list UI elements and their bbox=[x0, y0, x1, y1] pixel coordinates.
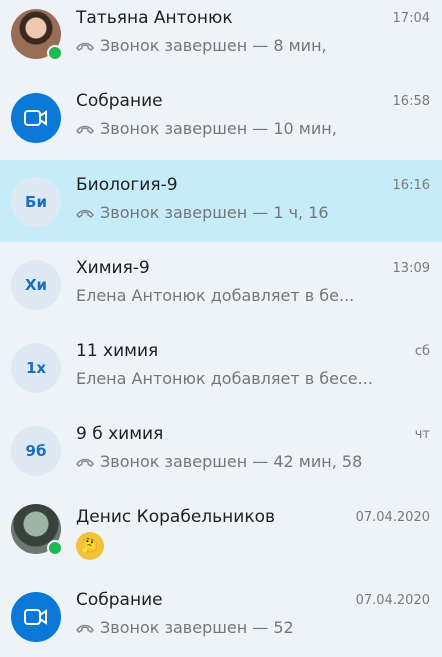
avatar: 1х bbox=[11, 343, 61, 393]
chat-preview: Звонок завершен — 42 мин, 58 bbox=[100, 452, 363, 471]
chat-item[interactable]: Собрание 16:58 Звонок завершен — 10 мин, bbox=[0, 76, 442, 158]
meeting-camera-icon bbox=[24, 110, 47, 126]
avatar: 9б bbox=[11, 426, 61, 476]
avatar: Би bbox=[11, 177, 61, 227]
chat-time: 16:16 bbox=[392, 178, 430, 193]
chat-preview: Звонок завершен — 8 мин, bbox=[100, 36, 327, 55]
chat-time: 17:04 bbox=[392, 11, 430, 26]
chat-preview: Звонок завершен — 52 bbox=[100, 618, 294, 637]
chat-name: Собрание bbox=[76, 590, 163, 610]
chat-name: Химия-9 bbox=[76, 258, 150, 278]
chat-time: 13:09 bbox=[392, 261, 430, 276]
chat-name: Татьяна Антонюк bbox=[76, 8, 233, 28]
chat-name: Биология-9 bbox=[76, 175, 178, 195]
chat-preview: Елена Антонюк добавляет в бесе... bbox=[76, 369, 373, 388]
call-ended-icon bbox=[76, 624, 94, 633]
chat-time: сб bbox=[414, 344, 430, 359]
avatar bbox=[11, 592, 61, 642]
chat-name: Денис Корабельников bbox=[76, 507, 276, 527]
chat-item[interactable]: Денис Корабельников 07.04.2020 🤔 bbox=[0, 492, 442, 574]
avatar bbox=[11, 504, 63, 556]
chat-item[interactable]: 1х 11 химия сб Елена Антонюк добавляет в… bbox=[0, 326, 442, 408]
online-status-icon bbox=[47, 540, 63, 556]
chat-item[interactable]: 9б 9 б химия чт Звонок завершен — 42 мин… bbox=[0, 409, 442, 491]
chat-preview: Звонок завершен — 1 ч, 16 bbox=[100, 203, 329, 222]
chat-time: 07.04.2020 bbox=[355, 593, 430, 608]
call-ended-icon bbox=[76, 458, 94, 467]
online-status-icon bbox=[47, 45, 63, 61]
chat-item[interactable]: Собрание 07.04.2020 Звонок завершен — 52 bbox=[0, 575, 442, 657]
call-ended-icon bbox=[76, 209, 94, 218]
chat-list: Татьяна Антонюк 17:04 Звонок завершен — … bbox=[0, 0, 442, 642]
chat-time: 16:58 bbox=[392, 94, 430, 109]
chat-item[interactable]: Татьяна Антонюк 17:04 Звонок завершен — … bbox=[0, 0, 442, 82]
call-ended-icon bbox=[76, 125, 94, 134]
chat-preview: Звонок завершен — 10 мин, bbox=[100, 119, 337, 138]
thinking-emoji-icon: 🤔 bbox=[76, 532, 104, 560]
avatar bbox=[11, 93, 61, 143]
avatar: Хи bbox=[11, 260, 61, 310]
chat-item-selected[interactable]: Би Биология-9 16:16 Звонок завершен — 1 … bbox=[0, 160, 442, 242]
chat-preview: Елена Антонюк добавляет в бе... bbox=[76, 286, 355, 305]
chat-name: 11 химия bbox=[76, 341, 159, 361]
meeting-camera-icon bbox=[24, 609, 47, 625]
avatar bbox=[11, 9, 63, 61]
chat-time: 07.04.2020 bbox=[355, 510, 430, 525]
chat-name: 9 б химия bbox=[76, 424, 164, 444]
chat-name: Собрание bbox=[76, 91, 163, 111]
chat-time: чт bbox=[414, 427, 430, 442]
chat-item[interactable]: Хи Химия-9 13:09 Елена Антонюк добавляет… bbox=[0, 243, 442, 325]
call-ended-icon bbox=[76, 42, 94, 51]
